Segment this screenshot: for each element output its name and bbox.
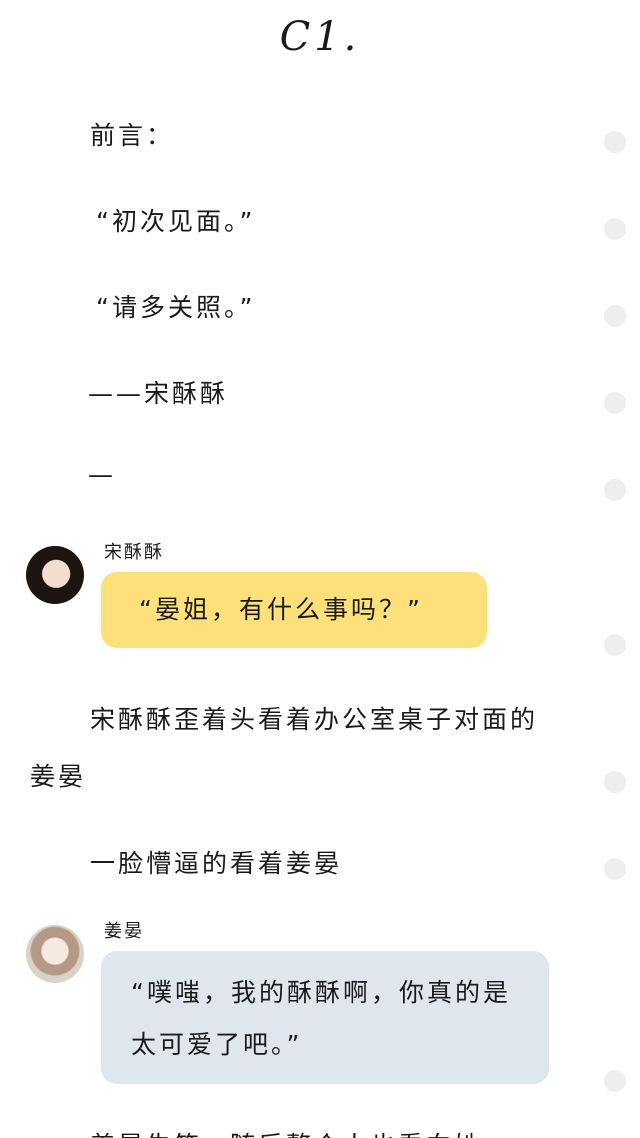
narration-paragraph: 一脸懵逼的看着姜晏 — [90, 849, 343, 878]
paragraph-comment-dot[interactable] — [604, 479, 626, 501]
narration-paragraph-line: 宋酥酥歪着头看着办公室桌子对面的 — [90, 705, 539, 734]
avatar[interactable] — [26, 546, 84, 604]
foreword-label: 前言： — [90, 121, 175, 150]
quote-please-guide: “请多关照。” — [96, 293, 256, 322]
chat-bubble: “噗嗤，我的酥酥啊，你真的是太可爱了吧。” — [101, 951, 549, 1084]
quote-first-meeting: “初次见面。” — [96, 207, 256, 236]
paragraph-comment-dot[interactable] — [604, 634, 626, 656]
avatar[interactable] — [26, 925, 84, 983]
paragraph-comment-dot[interactable] — [604, 218, 626, 240]
narration-paragraph-line: 姜晏 — [30, 762, 87, 791]
narration-paragraph-partial: 姜晏失笑，随后整个人也看向她 — [90, 1126, 482, 1138]
speaker-name: 姜晏 — [104, 921, 144, 942]
paragraph-comment-dot[interactable] — [604, 305, 626, 327]
paragraph-comment-dot[interactable] — [604, 131, 626, 153]
paragraph-comment-dot[interactable] — [604, 1070, 626, 1092]
paragraph-comment-dot[interactable] — [604, 392, 626, 414]
paragraph-comment-dot[interactable] — [604, 858, 626, 880]
speaker-name: 宋酥酥 — [104, 542, 164, 563]
quote-signature: ——宋酥酥 — [88, 379, 229, 408]
paragraph-comment-dot[interactable] — [604, 771, 626, 793]
section-dash: — — [88, 460, 116, 489]
chat-bubble: “晏姐，有什么事吗？” — [101, 572, 487, 648]
chapter-title: C1. — [279, 14, 361, 60]
